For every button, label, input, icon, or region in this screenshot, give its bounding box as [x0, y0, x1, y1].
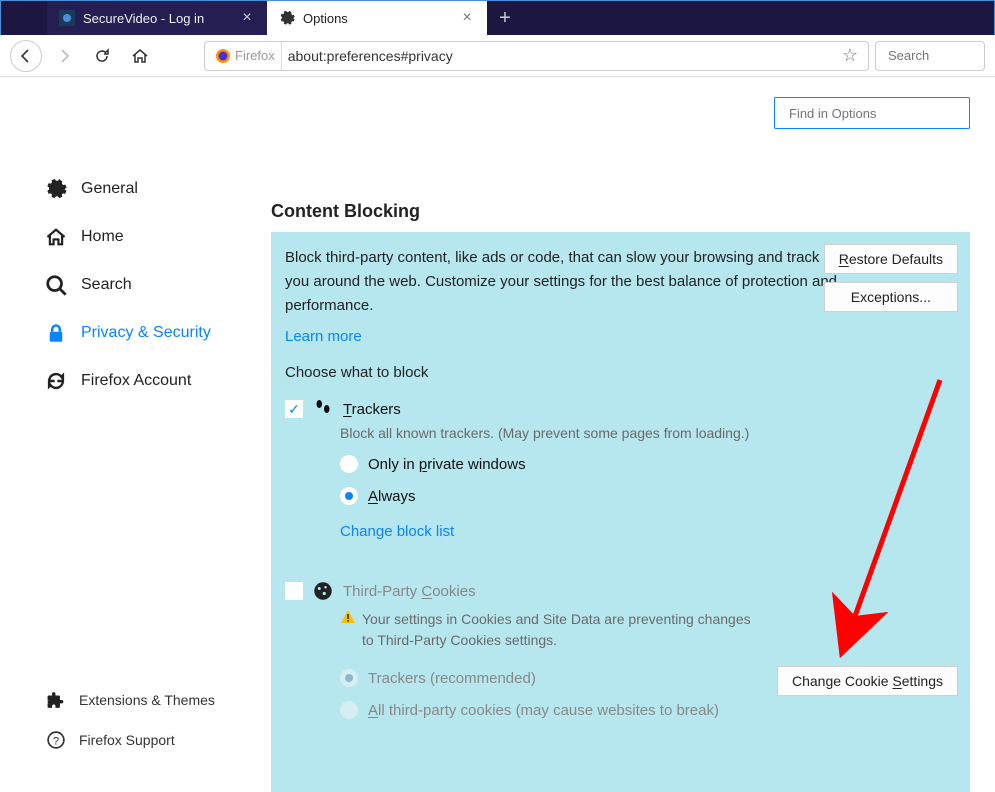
cookie-icon	[313, 581, 333, 601]
categories-sidebar: General Home Search Privacy & Security F…	[1, 77, 271, 778]
back-button[interactable]	[10, 40, 42, 72]
preferences-content: General Home Search Privacy & Security F…	[1, 77, 994, 778]
sidebar-item-label: Home	[81, 228, 124, 246]
section-title: Content Blocking	[271, 201, 970, 222]
tab-title: Options	[303, 11, 451, 26]
reload-button[interactable]	[86, 40, 118, 72]
trackers-row: ✓ Trackers	[285, 399, 956, 419]
learn-more-link[interactable]: Learn more	[285, 328, 362, 345]
radio-label: Only in private windows	[368, 456, 526, 473]
sidebar-item-support[interactable]: ? Firefox Support	[45, 720, 215, 760]
help-icon: ?	[45, 729, 67, 751]
svg-text:?: ?	[53, 736, 59, 748]
section-description: Block third-party content, like ads or c…	[285, 246, 845, 318]
firefox-icon	[215, 48, 231, 64]
main-panel: Content Blocking Block third-party conte…	[271, 77, 994, 778]
radio-button[interactable]	[340, 455, 358, 473]
home-button[interactable]	[124, 40, 156, 72]
warning-icon	[340, 609, 356, 625]
tab-options[interactable]: Options ×	[267, 1, 487, 35]
cookies-label: Third-Party Cookies	[343, 583, 476, 600]
search-input[interactable]	[888, 48, 995, 63]
find-in-options[interactable]	[774, 97, 970, 129]
sidebar-item-label: General	[81, 180, 138, 198]
sidebar-item-label: Extensions & Themes	[79, 692, 215, 708]
trackers-checkbox[interactable]: ✓	[285, 400, 303, 418]
gear-icon	[45, 178, 67, 200]
sidebar-item-account[interactable]: Firefox Account	[45, 357, 271, 405]
cookies-row: Third-Party Cookies	[285, 581, 956, 601]
gear-icon	[279, 10, 295, 26]
radio-button[interactable]	[340, 487, 358, 505]
home-icon	[45, 226, 67, 248]
tab-strip: SecureVideo - Log in × Options × +	[0, 0, 995, 35]
new-tab-button[interactable]: +	[487, 1, 523, 35]
content-blocking-panel: Block third-party content, like ads or c…	[271, 232, 970, 792]
cookies-warning: Your settings in Cookies and Site Data a…	[340, 609, 760, 651]
puzzle-icon	[45, 689, 67, 711]
identity-box[interactable]: Firefox	[209, 42, 282, 70]
always-option[interactable]: Always	[340, 487, 956, 505]
site-icon	[59, 10, 75, 26]
sidebar-item-label: Search	[81, 276, 132, 294]
exceptions-button[interactable]: Exceptions...	[824, 282, 958, 312]
cookies-checkbox	[285, 582, 303, 600]
restore-defaults-button[interactable]: Restore Defaults	[824, 244, 958, 274]
radio-label: All third-party cookies (may cause websi…	[368, 702, 719, 719]
find-input[interactable]	[789, 106, 965, 121]
bookmark-icon[interactable]: ☆	[836, 45, 864, 66]
tab-securevideo[interactable]: SecureVideo - Log in ×	[47, 1, 267, 35]
sidebar-item-extensions[interactable]: Extensions & Themes	[45, 680, 215, 720]
radio-label: Always	[368, 488, 416, 505]
change-block-list-link[interactable]: Change block list	[340, 523, 454, 540]
trackers-label: Trackers	[343, 401, 401, 418]
radio-button	[340, 669, 358, 687]
radio-button	[340, 701, 358, 719]
sidebar-item-general[interactable]: General	[45, 165, 271, 213]
only-private-option[interactable]: Only in private windows	[340, 455, 956, 473]
change-cookie-settings-button[interactable]: Change Cookie Settings	[777, 666, 958, 696]
sidebar-item-label: Firefox Support	[79, 732, 175, 748]
search-bar[interactable]	[875, 41, 985, 71]
identity-label: Firefox	[235, 48, 275, 63]
tab-title: SecureVideo - Log in	[83, 11, 231, 26]
sidebar-item-home[interactable]: Home	[45, 213, 271, 261]
sync-icon	[45, 370, 67, 392]
lock-icon	[45, 322, 67, 344]
sidebar-item-privacy[interactable]: Privacy & Security	[45, 309, 271, 357]
sidebar-item-label: Privacy & Security	[81, 324, 211, 342]
trackers-icon	[313, 399, 333, 419]
close-icon[interactable]: ×	[239, 10, 255, 26]
cookies-all-option: All third-party cookies (may cause websi…	[340, 701, 956, 719]
radio-label: Trackers (recommended)	[368, 670, 536, 687]
nav-toolbar: Firefox ☆	[0, 35, 995, 77]
url-bar[interactable]: Firefox ☆	[204, 41, 869, 71]
sidebar-item-label: Firefox Account	[81, 372, 191, 390]
url-input[interactable]	[288, 48, 830, 64]
sidebar-item-search[interactable]: Search	[45, 261, 271, 309]
close-icon[interactable]: ×	[459, 10, 475, 26]
forward-button[interactable]	[48, 40, 80, 72]
search-icon	[45, 274, 67, 296]
trackers-description: Block all known trackers. (May prevent s…	[340, 425, 956, 441]
choose-label: Choose what to block	[285, 364, 956, 381]
